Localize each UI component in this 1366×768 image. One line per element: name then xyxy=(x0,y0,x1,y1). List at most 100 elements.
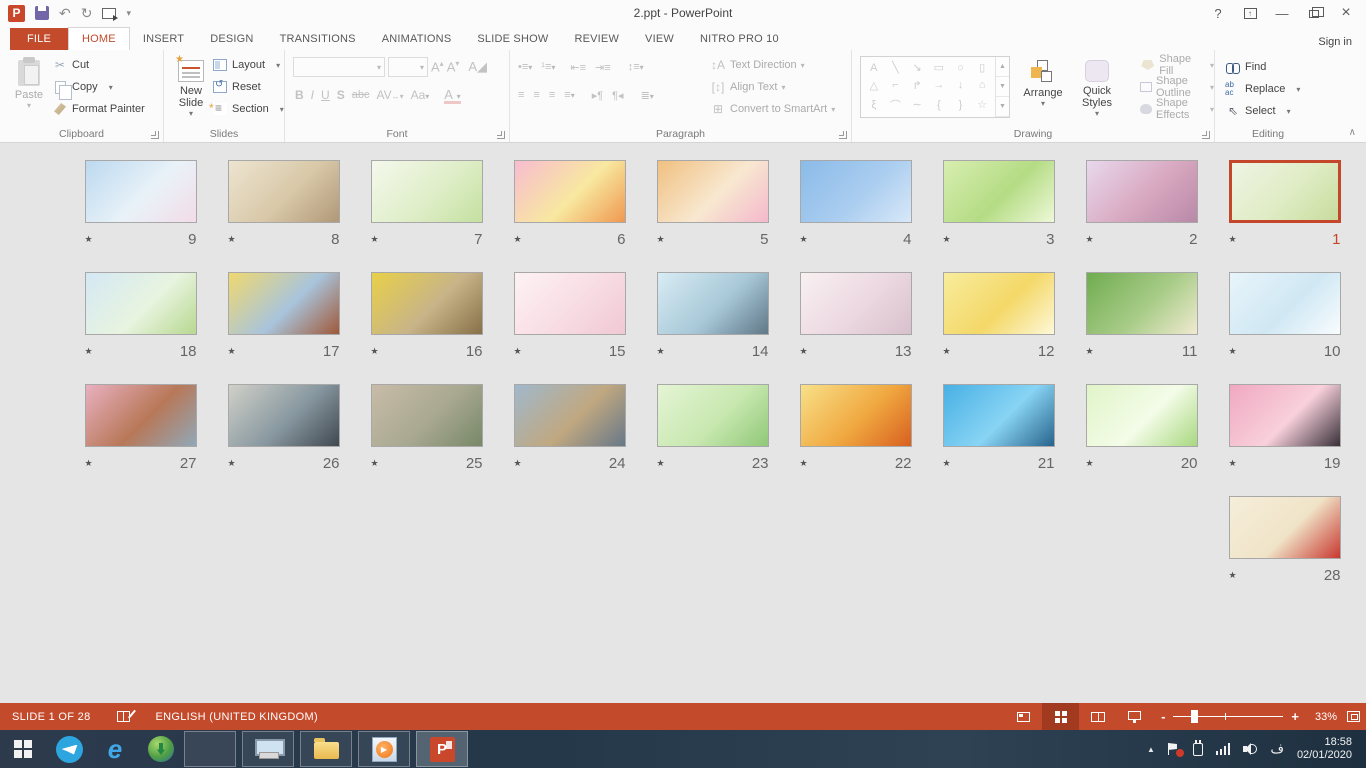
slide-thumbnail-3[interactable] xyxy=(943,160,1055,223)
slide-thumbnail-12[interactable] xyxy=(943,272,1055,335)
taskbar-file-explorer[interactable] xyxy=(300,731,352,767)
slide-thumbnail-15[interactable] xyxy=(514,272,626,335)
animation-indicator-star[interactable]: ★ xyxy=(657,458,665,469)
shape-glyph[interactable]: ↘ xyxy=(913,61,922,74)
animation-indicator-star[interactable]: ★ xyxy=(371,346,379,357)
columns-button[interactable]: ≣▾ xyxy=(641,89,654,102)
close-button[interactable]: × xyxy=(1332,3,1360,23)
taskbar-internet-explorer[interactable]: e xyxy=(92,730,138,768)
arrange-button[interactable]: Arrange ▾ xyxy=(1020,54,1066,128)
layout-button[interactable]: Layout ▾ xyxy=(212,54,284,76)
slide-thumbnail-1[interactable] xyxy=(1229,160,1341,223)
slide-show-button[interactable] xyxy=(1116,703,1153,730)
collapse-ribbon-button[interactable]: ∧ xyxy=(1349,127,1356,138)
decrease-font-size-button[interactable]: A▾ xyxy=(447,59,460,74)
italic-button[interactable]: I xyxy=(311,88,314,102)
keyboard-language-indicator[interactable]: ف xyxy=(1270,741,1283,757)
taskbar-powerpoint[interactable]: P xyxy=(416,731,468,767)
tab-design[interactable]: DESIGN xyxy=(197,28,266,50)
show-hidden-icons-button[interactable]: ▲ xyxy=(1147,745,1155,754)
increase-font-size-button[interactable]: A▴ xyxy=(431,59,444,74)
replace-button[interactable]: abacReplace ▾ xyxy=(1225,78,1321,100)
shape-glyph[interactable]: { xyxy=(937,99,941,111)
undo-icon[interactable]: ↶ xyxy=(59,6,71,20)
animation-indicator-star[interactable]: ★ xyxy=(657,234,665,245)
shape-glyph[interactable]: ╲ xyxy=(892,61,899,74)
shape-glyph[interactable]: ∼ xyxy=(913,98,922,111)
find-button[interactable]: Find xyxy=(1225,56,1321,78)
animation-indicator-star[interactable]: ★ xyxy=(657,346,665,357)
animation-indicator-star[interactable]: ★ xyxy=(514,234,522,245)
strikethrough-button[interactable]: abc xyxy=(352,89,370,101)
animation-indicator-star[interactable]: ★ xyxy=(228,234,236,245)
volume-icon[interactable] xyxy=(1243,743,1257,755)
tab-home[interactable]: HOME xyxy=(68,27,130,50)
animation-indicator-star[interactable]: ★ xyxy=(228,346,236,357)
animation-indicator-star[interactable]: ★ xyxy=(1086,346,1094,357)
tab-animations[interactable]: ANIMATIONS xyxy=(369,28,465,50)
align-left-button[interactable]: ≡ xyxy=(518,89,524,101)
action-center-flag-icon[interactable] xyxy=(1168,743,1180,755)
animation-indicator-star[interactable]: ★ xyxy=(85,234,93,245)
format-painter-button[interactable]: Format Painter xyxy=(52,98,145,120)
shapes-gallery[interactable]: A╲↘▭○▯△⌐↱→↓⌂ξ⌒∼{}☆ ▲ ▼ ▼ xyxy=(860,56,1010,118)
bullets-button[interactable]: •≡▾ xyxy=(518,61,532,73)
section-button[interactable]: Section ▾ xyxy=(212,98,284,120)
animation-indicator-star[interactable]: ★ xyxy=(1229,346,1237,357)
shape-glyph[interactable]: ▭ xyxy=(934,61,944,74)
shapes-scroll-down-icon[interactable]: ▼ xyxy=(996,77,1009,97)
slide-thumbnail-10[interactable] xyxy=(1229,272,1341,335)
justify-button[interactable]: ≡▾ xyxy=(564,89,574,101)
restore-button[interactable] xyxy=(1300,3,1328,23)
increase-indent-button[interactable]: ⇥≡ xyxy=(595,61,611,74)
reset-button[interactable]: Reset xyxy=(212,76,284,98)
slide-thumbnail-11[interactable] xyxy=(1086,272,1198,335)
tab-insert[interactable]: INSERT xyxy=(130,28,197,50)
shape-effects-button[interactable]: Shape Effects▾ xyxy=(1140,98,1214,120)
animation-indicator-star[interactable]: ★ xyxy=(514,346,522,357)
shape-glyph[interactable]: ξ xyxy=(871,99,876,111)
animation-indicator-star[interactable]: ★ xyxy=(1229,234,1237,245)
slide-thumbnail-25[interactable] xyxy=(371,384,483,447)
taskbar-remote-desktop[interactable] xyxy=(242,731,294,767)
slide-thumbnail-6[interactable] xyxy=(514,160,626,223)
text-direction-button[interactable]: ↕AText Direction▾ xyxy=(710,54,835,76)
shape-glyph[interactable]: ○ xyxy=(957,62,964,74)
slide-thumbnail-14[interactable] xyxy=(657,272,769,335)
shape-glyph[interactable]: △ xyxy=(870,79,878,92)
shape-glyph[interactable]: ⌐ xyxy=(892,79,898,91)
start-button[interactable] xyxy=(0,730,46,768)
animation-indicator-star[interactable]: ★ xyxy=(943,234,951,245)
align-right-button[interactable]: ≡ xyxy=(549,89,555,101)
clipboard-dialog-launcher[interactable] xyxy=(151,131,159,139)
shapes-gallery-more-icon[interactable]: ▼ xyxy=(996,97,1009,117)
underline-button[interactable]: U xyxy=(321,88,330,102)
ltr-direction-button[interactable]: ▸¶ xyxy=(592,89,603,102)
shape-glyph[interactable]: ↓ xyxy=(958,79,964,91)
slide-thumbnail-17[interactable] xyxy=(228,272,340,335)
tab-transitions[interactable]: TRANSITIONS xyxy=(267,28,369,50)
redo-icon[interactable]: ↻ xyxy=(81,6,93,20)
slide-sorter-view-button[interactable] xyxy=(1042,703,1079,730)
ribbon-display-options-button[interactable]: ↑ xyxy=(1236,3,1264,23)
animation-indicator-star[interactable]: ★ xyxy=(371,234,379,245)
character-spacing-button[interactable]: AV↔▾ xyxy=(376,88,403,102)
slide-thumbnail-23[interactable] xyxy=(657,384,769,447)
zoom-out-button[interactable]: - xyxy=(1161,709,1165,724)
taskbar-idm[interactable] xyxy=(138,730,184,768)
decrease-indent-button[interactable]: ⇤≡ xyxy=(570,61,586,74)
shapes-scroll-up-icon[interactable]: ▲ xyxy=(996,57,1009,77)
shape-glyph[interactable]: } xyxy=(959,99,963,111)
slide-thumbnail-13[interactable] xyxy=(800,272,912,335)
save-icon[interactable] xyxy=(35,6,49,20)
animation-indicator-star[interactable]: ★ xyxy=(514,458,522,469)
align-center-button[interactable]: ≡ xyxy=(533,89,539,101)
clear-formatting-button[interactable]: A◢ xyxy=(468,59,487,75)
shape-glyph[interactable]: ⌂ xyxy=(979,79,986,91)
customize-qat-icon[interactable]: ▾ xyxy=(126,8,131,19)
slide-thumbnail-26[interactable] xyxy=(228,384,340,447)
start-from-beginning-icon[interactable] xyxy=(102,8,116,19)
tab-file[interactable]: FILE xyxy=(10,28,68,50)
shapes-gallery-scrollbar[interactable]: ▲ ▼ ▼ xyxy=(995,57,1009,117)
zoom-slider[interactable] xyxy=(1173,716,1283,717)
